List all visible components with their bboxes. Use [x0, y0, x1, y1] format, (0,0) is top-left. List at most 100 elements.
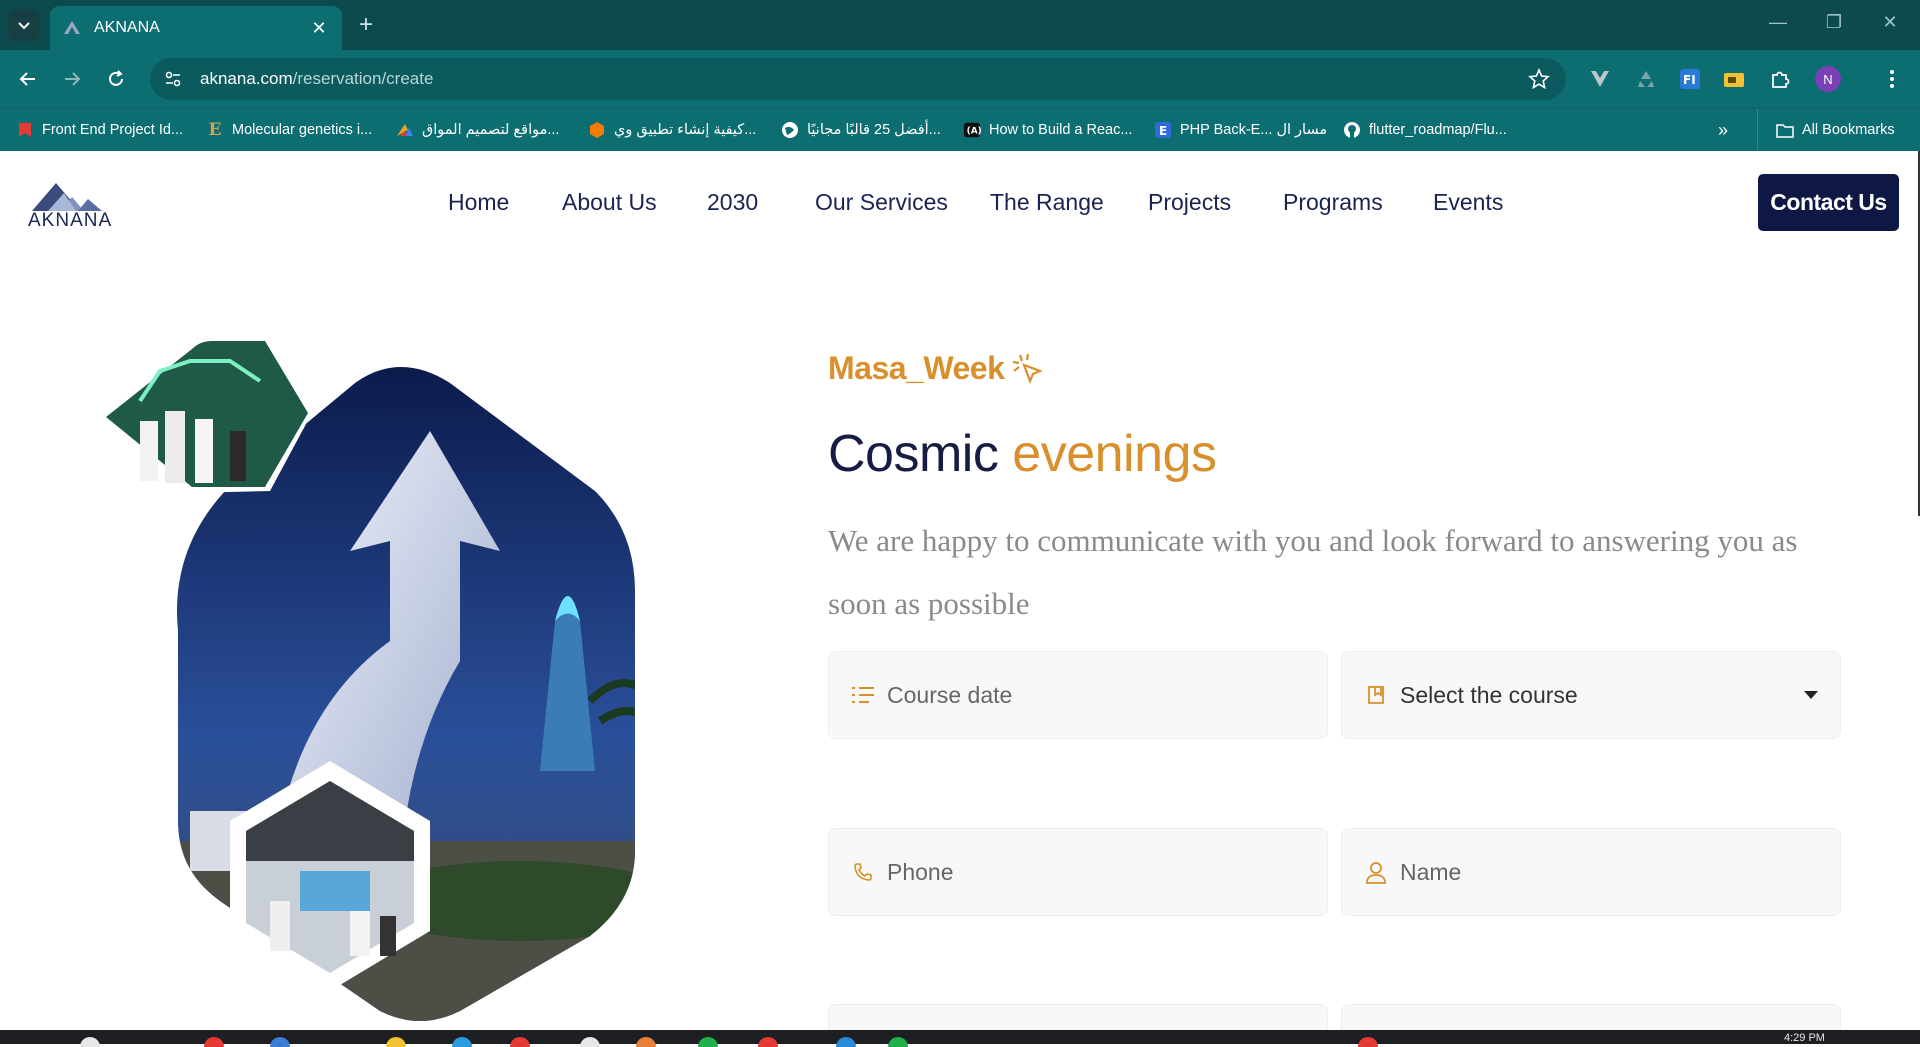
taskbar-app-icon[interactable]: [204, 1037, 224, 1047]
taskbar-app-icon[interactable]: [888, 1037, 908, 1047]
bookmark-item[interactable]: Front End Project Id...: [16, 119, 183, 141]
dropdown-caret-icon: [1804, 691, 1818, 699]
bookmark-item[interactable]: E PHP Back-E... مسار ال: [1154, 119, 1327, 141]
red-bookmark-icon: [16, 121, 34, 139]
web-page: AKNANA Home About Us 2030 Our Services T…: [0, 151, 1920, 1030]
small-hex-photo-top: [100, 341, 313, 493]
e-letter-icon: E: [208, 120, 222, 140]
reload-icon: [109, 70, 123, 86]
tab-search-button[interactable]: [8, 9, 40, 41]
nav-the-range[interactable]: The Range: [990, 189, 1104, 216]
bookmark-item[interactable]: مواقع لتصميم المواق...: [396, 119, 559, 141]
course-select-value: Select the course: [1400, 681, 1578, 708]
url-domain: aknana.com: [200, 69, 293, 88]
bookmark-item[interactable]: كيفية إنشاء تطبيق وي...: [588, 119, 756, 141]
name-field[interactable]: Name: [1341, 828, 1841, 916]
close-tab-icon[interactable]: ✕: [308, 18, 330, 39]
forward-button[interactable]: [56, 63, 88, 95]
headline: Cosmic evenings: [828, 424, 1217, 484]
new-tab-button[interactable]: +: [352, 11, 380, 39]
phone-field[interactable]: Phone: [828, 828, 1328, 916]
globe-icon: [781, 121, 799, 139]
close-window-icon[interactable]: ✕: [1870, 12, 1910, 33]
logo-text: AKNANA: [28, 210, 113, 231]
taskbar-app-icon[interactable]: [1358, 1037, 1378, 1047]
url-text: aknana.com/reservation/create: [200, 69, 1528, 89]
profile-initial: N: [1815, 66, 1841, 92]
taskbar-app-icon[interactable]: [758, 1037, 778, 1047]
taskbar-app-icon[interactable]: [510, 1037, 530, 1047]
form-field-partial-right[interactable]: [1341, 1004, 1841, 1030]
browser-tab-bar: AKNANA ✕ + — ❐ ✕: [0, 0, 1920, 50]
nav-about-us[interactable]: About Us: [562, 189, 657, 216]
browser-toolbar: aknana.com/reservation/create FI N: [0, 50, 1920, 108]
all-bookmarks-label: All Bookmarks: [1802, 122, 1895, 138]
bookmark-label: أفضل 25 قالبًا مجانيًا...: [807, 122, 941, 138]
recycle-extension-icon[interactable]: [1630, 63, 1662, 95]
profile-avatar[interactable]: N: [1812, 63, 1844, 95]
bookmark-item[interactable]: flutter_roadmap/Flu...: [1343, 119, 1507, 141]
nav-programs[interactable]: Programs: [1283, 189, 1383, 216]
tab-title: AKNANA: [94, 19, 160, 36]
taskbar-app-icon[interactable]: [452, 1037, 472, 1047]
list-icon: [851, 683, 875, 707]
course-date-field[interactable]: Course date: [828, 651, 1328, 739]
taskbar-app-icon[interactable]: [636, 1037, 656, 1047]
bookmark-item[interactable]: (A) How to Build a Reac...: [963, 119, 1132, 141]
all-bookmarks-button[interactable]: All Bookmarks: [1776, 119, 1895, 141]
browser-menu-icon[interactable]: [1876, 63, 1908, 95]
bookmark-label: PHP Back-E... مسار ال: [1180, 122, 1328, 138]
reload-button[interactable]: [100, 63, 132, 95]
name-placeholder: Name: [1400, 858, 1462, 885]
url-path: /reservation/create: [292, 69, 434, 88]
course-date-placeholder: Course date: [887, 681, 1013, 708]
orange-cube-icon: [588, 121, 606, 139]
active-tab[interactable]: AKNANA ✕: [50, 6, 342, 50]
headline-accent: evenings: [1012, 425, 1217, 483]
taskbar-app-icon[interactable]: [836, 1037, 856, 1047]
bookmarks-bar: Front End Project Id... E Molecular genet…: [0, 108, 1920, 152]
phone-placeholder: Phone: [887, 858, 954, 885]
taskbar-app-icon[interactable]: [386, 1037, 406, 1047]
taskbar-app-icon[interactable]: [698, 1037, 718, 1047]
lead-paragraph: We are happy to communicate with you and…: [828, 523, 1798, 621]
bookmarks-divider: [1757, 109, 1758, 152]
taskbar-app-icon[interactable]: [80, 1037, 100, 1047]
extensions-puzzle-icon[interactable]: [1764, 63, 1796, 95]
back-button[interactable]: [12, 63, 44, 95]
nav-events[interactable]: Events: [1433, 189, 1503, 216]
minimize-icon[interactable]: —: [1758, 12, 1798, 33]
svg-text:FI: FI: [1683, 73, 1696, 87]
vuetify-extension-icon[interactable]: [1584, 63, 1616, 95]
nav-projects[interactable]: Projects: [1148, 189, 1231, 216]
nav-2030[interactable]: 2030: [707, 189, 758, 216]
arrow-right-icon: [65, 72, 81, 86]
bookmark-item[interactable]: أفضل 25 قالبًا مجانيًا...: [781, 119, 941, 141]
course-select[interactable]: Select the course: [1341, 651, 1841, 739]
user-icon: [1364, 860, 1388, 884]
taskbar-app-icon[interactable]: [270, 1037, 290, 1047]
headline-main: Cosmic: [828, 425, 999, 483]
system-clock: 4:29 PM: [1784, 1032, 1825, 1044]
taskbar-app-icon[interactable]: [580, 1037, 600, 1047]
eyebrow-title: Masa_Week: [828, 350, 1046, 387]
bookmark-label: How to Build a Reac...: [989, 122, 1133, 138]
site-info-icon[interactable]: [164, 70, 182, 88]
form-field-partial-left[interactable]: [828, 1004, 1328, 1030]
bookmark-label: كيفية إنشاء تطبيق وي...: [614, 122, 757, 138]
e-square-icon: E: [1154, 121, 1172, 139]
folder-extension-icon[interactable]: [1718, 63, 1750, 95]
react-icon: (A): [963, 121, 981, 139]
svg-text:E: E: [1159, 124, 1167, 138]
nav-home[interactable]: Home: [448, 189, 509, 216]
bookmark-star-icon[interactable]: [1528, 68, 1550, 90]
restore-icon[interactable]: ❐: [1814, 12, 1854, 33]
contact-us-button[interactable]: Contact Us: [1758, 174, 1899, 231]
bookmark-label: Molecular genetics i...: [232, 122, 373, 138]
bookmark-label: Front End Project Id...: [42, 122, 184, 138]
bookmark-item[interactable]: E Molecular genetics i...: [206, 119, 373, 141]
address-bar[interactable]: aknana.com/reservation/create: [150, 58, 1566, 100]
nav-our-services[interactable]: Our Services: [815, 189, 948, 216]
more-bookmarks-icon[interactable]: »: [1718, 119, 1728, 141]
fi-extension-icon[interactable]: FI: [1674, 63, 1706, 95]
